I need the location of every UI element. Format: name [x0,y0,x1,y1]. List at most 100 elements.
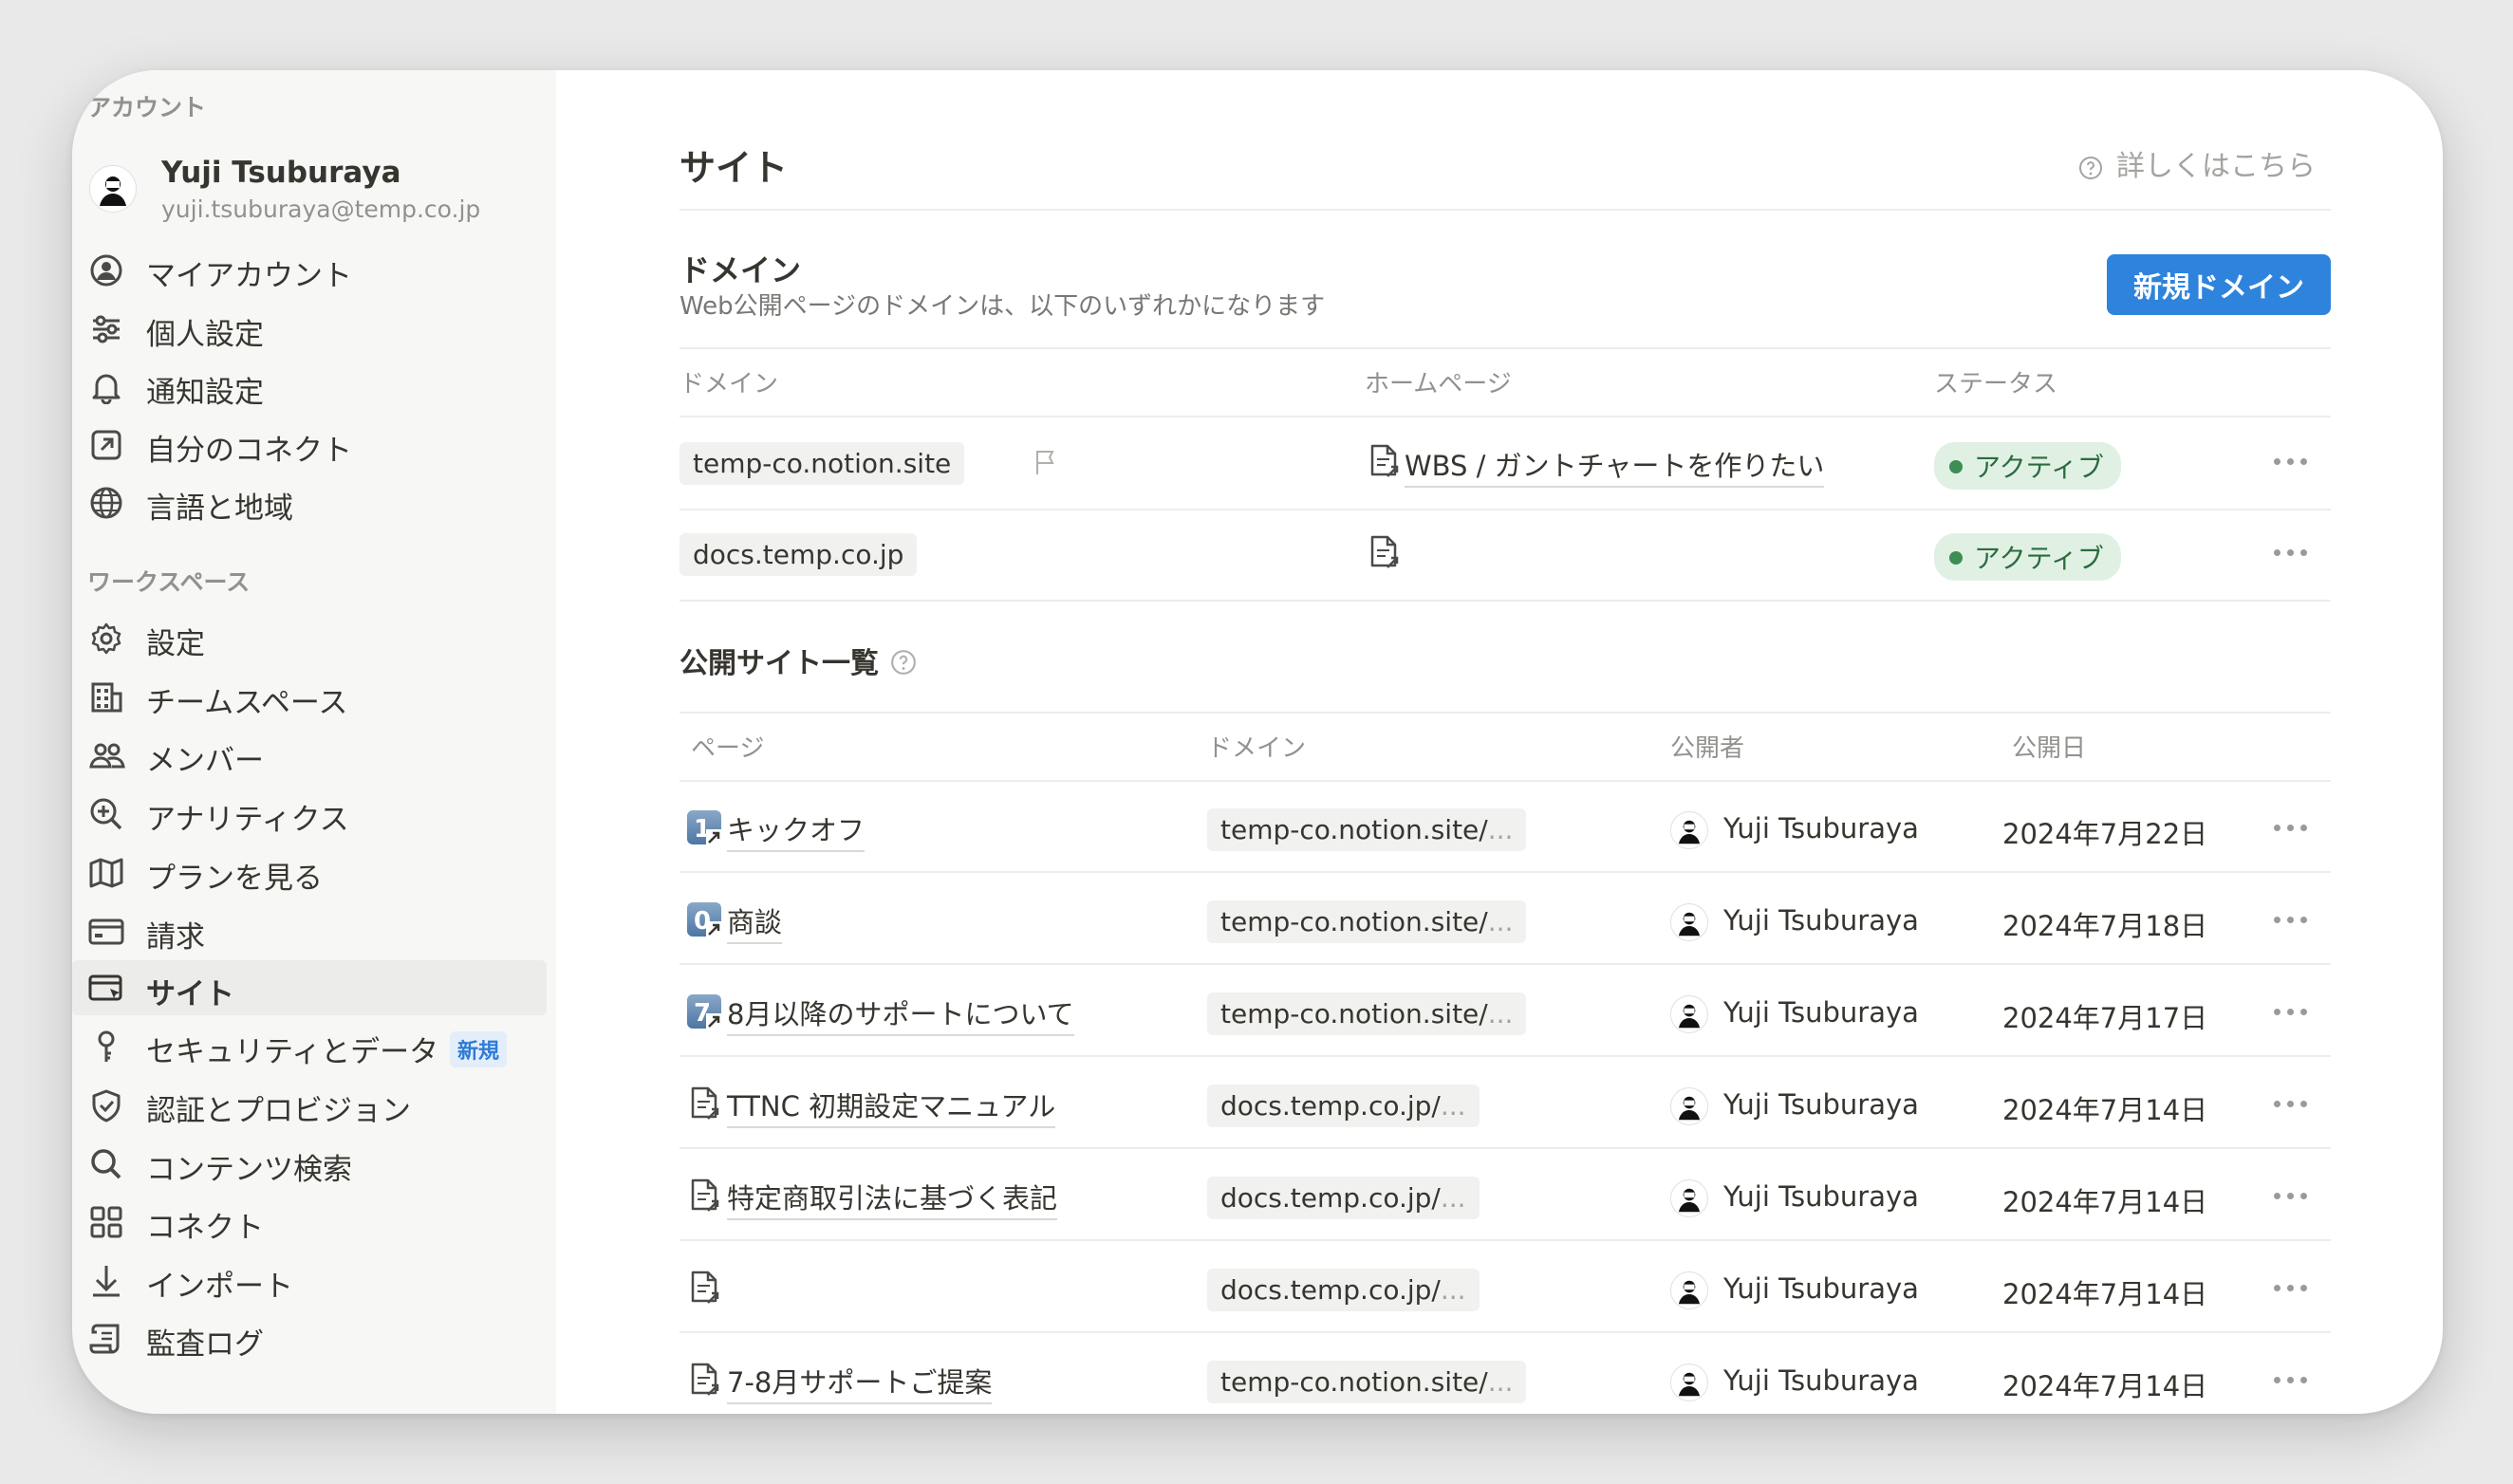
status-badge: アクティブ [1934,442,2121,490]
building-icon [87,680,125,714]
sidebar-item-label: 通知設定 [146,376,264,410]
sidebar-item-my-account[interactable]: マイアカウント [72,242,547,297]
more-options-icon[interactable] [2274,1278,2316,1297]
flag-icon[interactable] [1033,448,1057,476]
domain-text: temp-co.notion.site/ [1220,998,1488,1030]
sidebar-item-label: プランを見る [146,862,323,896]
sidebar-item-security-data[interactable]: セキュリティとデータ 新規 [72,1018,547,1073]
domain-chip[interactable]: temp-co.notion.site/... [1207,992,1527,1035]
help-icon [2078,156,2103,180]
page-link[interactable]: TTNC 初期設定マニュアル [727,1085,1056,1128]
zoom-analytics-icon [87,797,125,831]
domain-chip[interactable]: docs.temp.co.jp [679,533,918,576]
domain-chip[interactable]: temp-co.notion.site [679,442,965,485]
sidebar-item-label: 個人設定 [146,318,264,352]
new-domain-button[interactable]: 新規ドメイン [2107,254,2331,315]
sidebar-item-plans[interactable]: プランを見る [72,844,547,900]
divider [679,1331,2331,1333]
avatar [1670,811,1708,849]
sidebar-item-label: 言語と地域 [146,492,293,526]
domain-chip[interactable]: temp-co.notion.site/... [1207,808,1527,851]
domain-text: docs.temp.co.jp/ [1220,1182,1441,1214]
domains-title: ドメイン [679,252,802,288]
avatar [1670,995,1708,1033]
more-options-icon[interactable] [2274,543,2316,562]
more-options-icon[interactable] [2274,1002,2316,1021]
domain-text: temp-co.notion.site/ [1220,814,1488,845]
domain-chip[interactable]: temp-co.notion.site/... [1207,900,1527,943]
help-icon[interactable] [890,649,917,676]
col-header-page: ページ [691,734,765,763]
sidebar-item-preferences[interactable]: 個人設定 [72,301,547,356]
avatar [1670,1271,1708,1309]
publish-date: 2024年7月17日 [2002,1002,2208,1034]
key-icon [87,1030,125,1064]
page-link-icon [685,1085,723,1122]
shield-check-icon [87,1088,125,1122]
more-options-icon[interactable] [2274,1094,2316,1113]
settings-window: アカウント Yuji Tsuburaya yuji.tsuburaya@temp… [72,70,2443,1414]
sidebar-item-auth-provisioning[interactable]: 認証とプロビジョン [72,1077,547,1132]
account-header[interactable]: Yuji Tsuburaya yuji.tsuburaya@temp.co.jp [87,152,543,237]
avatar [1670,903,1708,941]
more-options-icon[interactable] [2274,910,2316,929]
domain-ellipsis: ... [1440,1182,1466,1214]
sidebar-item-connections[interactable]: コネクト [72,1194,547,1249]
page-link[interactable]: キックオフ [727,808,866,852]
sidebar-item-label: マイアカウント [146,259,352,293]
more-options-icon[interactable] [2274,452,2316,471]
number-0-icon: 0 [685,900,723,938]
sidebar-item-billing[interactable]: 請求 [72,903,547,958]
page-link[interactable]: 8月以降のサポートについて [727,992,1074,1036]
page-link[interactable]: 特定商取引法に基づく表記 [727,1177,1058,1220]
sidebar-item-analytics[interactable]: アナリティクス [72,786,547,841]
sidebar-item-settings[interactable]: 設定 [72,610,547,665]
page-link[interactable]: 7-8月サポートご提案 [727,1361,993,1404]
sidebar-item-members[interactable]: メンバー [72,727,547,782]
publisher-name: Yuji Tsuburaya [1723,1180,1919,1213]
new-badge: 新規 [450,1031,508,1067]
domain-chip[interactable]: docs.temp.co.jp/... [1207,1085,1480,1127]
domain-ellipsis: ... [1487,1366,1514,1398]
sidebar-item-language-region[interactable]: 言語と地域 [72,474,547,529]
domain-chip[interactable]: temp-co.notion.site/... [1207,1361,1527,1403]
sidebar-item-my-connections[interactable]: 自分のコネクト [72,417,547,472]
learn-more-link[interactable]: 詳しくはこちら [2078,142,2316,184]
col-header-date: 公開日 [2012,734,2087,763]
avatar [1670,1363,1708,1401]
more-options-icon[interactable] [2274,1370,2316,1389]
sidebar-item-notifications[interactable]: 通知設定 [72,359,547,414]
divider [679,1147,2331,1149]
sidebar-item-audit-log[interactable]: 監査ログ [72,1310,547,1365]
account-section-label: アカウント [87,94,207,121]
number-7-icon: 7 [685,992,723,1030]
sidebar-item-sites[interactable]: サイト [72,960,547,1015]
domain-chip[interactable]: docs.temp.co.jp/... [1207,1177,1480,1219]
more-options-icon[interactable] [2274,818,2316,837]
arrow-out-square-icon [87,428,125,462]
user-email: yuji.tsuburaya@temp.co.jp [161,195,481,223]
publish-date: 2024年7月14日 [2002,1278,2208,1310]
page-link[interactable]: 商談 [727,900,783,944]
credit-card-icon [87,915,125,949]
sidebar-item-label: 自分のコネクト [146,434,352,468]
status-label: アクティブ [1974,543,2104,574]
domain-text: temp-co.notion.site/ [1220,1366,1488,1398]
page-link-icon [685,1269,723,1307]
publisher-name: Yuji Tsuburaya [1723,1272,1919,1305]
learn-more-label: 詳しくはこちら [2116,150,2316,183]
sidebar-item-teamspaces[interactable]: チームスペース [72,669,547,724]
publisher-name: Yuji Tsuburaya [1723,996,1919,1029]
publish-date: 2024年7月14日 [2002,1370,2208,1402]
homepage-link[interactable]: WBS / ガントチャートを作りたい [1405,444,1825,488]
more-options-icon[interactable] [2274,1186,2316,1205]
gear-icon [87,621,125,656]
publisher-name: Yuji Tsuburaya [1723,1364,1919,1397]
sidebar-item-label: 認証とプロビジョン [146,1094,411,1128]
sidebar-item-import[interactable]: インポート [72,1252,547,1308]
publisher-name: Yuji Tsuburaya [1723,904,1919,937]
publish-date: 2024年7月14日 [2002,1094,2208,1126]
page-link-icon[interactable] [1365,533,1403,571]
sidebar-item-content-search[interactable]: コンテンツ検索 [72,1136,547,1191]
domain-chip[interactable]: docs.temp.co.jp/... [1207,1269,1480,1311]
